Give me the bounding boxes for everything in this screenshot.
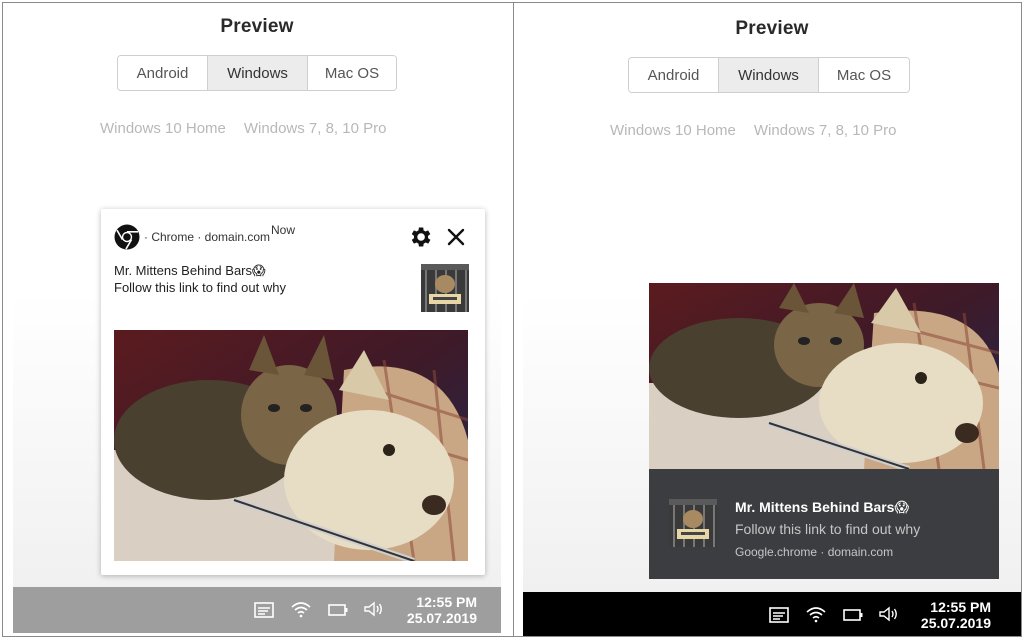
link-windows-7-8-10-pro[interactable]: Windows 7, 8, 10 Pro <box>754 122 897 139</box>
action-center-icon[interactable] <box>768 606 790 624</box>
os-tab-group: Android Windows Mac OS <box>628 57 910 93</box>
clock-date: 25.07.2019 <box>406 610 477 626</box>
action-center-icon[interactable] <box>253 601 275 619</box>
panel-divider <box>513 3 514 636</box>
link-windows-10-home[interactable]: Windows 10 Home <box>100 120 226 137</box>
tab-android[interactable]: Android <box>118 56 208 90</box>
gear-icon[interactable] <box>407 224 433 250</box>
notification-source: Google.chrome · domain.com <box>735 545 894 559</box>
notification-thumbnail <box>669 499 717 547</box>
notification-image <box>114 330 468 561</box>
taskbar-clock[interactable]: 12:55 PM 25.07.2019 <box>401 594 477 626</box>
tab-mac-os[interactable]: Mac OS <box>308 56 396 90</box>
tab-android[interactable]: Android <box>629 58 719 92</box>
tab-windows[interactable]: Windows <box>208 56 308 90</box>
notification-thumbnail <box>421 264 469 312</box>
tab-windows[interactable]: Windows <box>719 58 819 92</box>
link-windows-10-home[interactable]: Windows 10 Home <box>610 122 736 139</box>
tab-mac-os[interactable]: Mac OS <box>819 58 909 92</box>
battery-icon[interactable] <box>327 601 349 619</box>
wifi-icon[interactable] <box>290 600 312 618</box>
notification-windows-7[interactable]: Mr. Mittens Behind Bars😱 Follow this lin… <box>649 283 999 579</box>
taskbar-windows-10: 12:55 PM 25.07.2019 <box>13 587 501 633</box>
panel-windows-7-8-10-pro: Preview Android Windows Mac OS Windows 1… <box>523 3 1021 636</box>
preview-title: Preview <box>220 16 294 37</box>
notification-time: Now <box>271 223 296 237</box>
clock-time: 12:55 PM <box>416 594 477 610</box>
notification-title: Mr. Mittens Behind Bars😱 <box>114 263 266 278</box>
taskbar-windows-7: 12:55 PM 25.07.2019 <box>523 592 1021 636</box>
preview-title: Preview <box>735 18 809 39</box>
volume-icon[interactable] <box>878 605 900 623</box>
battery-icon[interactable] <box>842 606 864 624</box>
link-windows-7-8-10-pro[interactable]: Windows 7, 8, 10 Pro <box>244 120 387 137</box>
notification-title: Mr. Mittens Behind Bars😱 <box>735 499 910 515</box>
preview-frame: Preview Android Windows Mac OS Windows 1… <box>2 2 1022 637</box>
clock-time: 12:55 PM <box>930 599 991 615</box>
clock-date: 25.07.2019 <box>920 615 991 631</box>
notification-source: · Chrome · domain.com <box>144 230 271 244</box>
close-icon[interactable] <box>445 226 467 248</box>
notification-body: Follow this link to find out why <box>114 280 286 295</box>
volume-icon[interactable] <box>363 600 385 618</box>
os-tab-group: Android Windows Mac OS <box>117 55 397 91</box>
windows-version-links: Windows 10 Home Windows 7, 8, 10 Pro <box>610 122 896 139</box>
taskbar-clock[interactable]: 12:55 PM 25.07.2019 <box>915 599 991 631</box>
wifi-icon[interactable] <box>805 605 827 623</box>
chrome-logo-icon <box>114 224 140 250</box>
panel-windows-10: Preview Android Windows Mac OS Windows 1… <box>13 3 501 636</box>
notification-body: Follow this link to find out why <box>735 521 921 537</box>
windows-version-links: Windows 10 Home Windows 7, 8, 10 Pro <box>100 120 386 137</box>
notification-image <box>649 283 999 469</box>
notification-windows-10[interactable]: · Chrome · domain.com Now Mr. Mittens Be… <box>101 209 485 575</box>
